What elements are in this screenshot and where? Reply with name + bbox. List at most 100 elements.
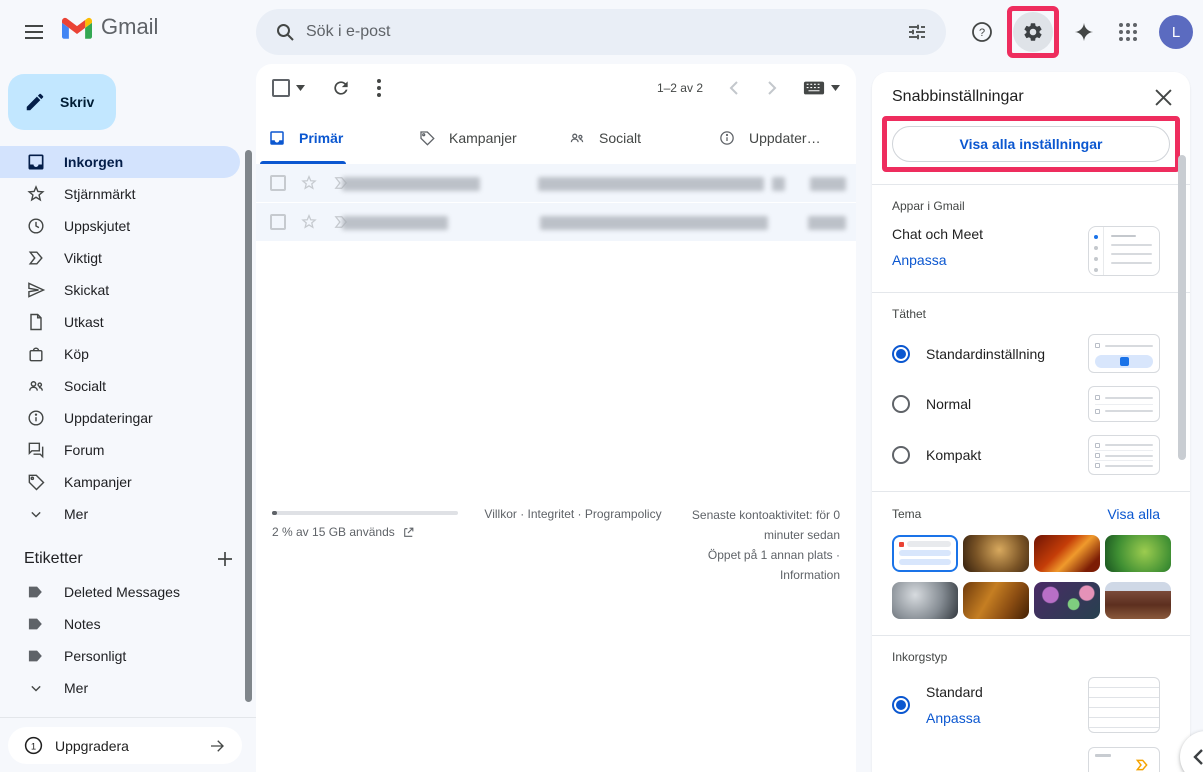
section-heading: Inkorgstyp xyxy=(892,650,1160,664)
select-all-checkbox[interactable] xyxy=(272,79,290,97)
tab-promotions[interactable]: Kampanjer xyxy=(406,112,556,164)
theme-thumbnail-spheres[interactable] xyxy=(892,582,958,619)
activity-details-link[interactable]: Information xyxy=(678,565,840,585)
density-compact-thumbnail[interactable] xyxy=(1088,435,1160,475)
inbox-icon xyxy=(268,129,286,147)
theme-thumbnail-canyon-river[interactable] xyxy=(1105,582,1171,619)
theme-thumbnail-chess[interactable] xyxy=(963,535,1029,572)
settings-scrollbar[interactable] xyxy=(1178,155,1186,460)
sidebar-item-sent[interactable]: Skickat xyxy=(0,274,240,306)
external-link-icon[interactable] xyxy=(402,526,415,539)
sidebar-labels-more[interactable]: Mer xyxy=(0,672,240,704)
email-row[interactable] xyxy=(256,164,856,203)
density-option-compact[interactable]: Kompakt xyxy=(892,435,1160,475)
redacted-sender xyxy=(342,216,448,230)
radio-selected[interactable] xyxy=(892,345,910,363)
density-option-normal[interactable]: Normal xyxy=(892,386,1160,422)
theme-thumbnail-default[interactable] xyxy=(892,535,958,572)
shopping-bag-icon xyxy=(26,344,46,364)
gemini-sparkle-icon[interactable] xyxy=(1063,11,1105,53)
older-page-icon[interactable] xyxy=(768,81,777,95)
sidebar-item-snoozed[interactable]: Uppskjutet xyxy=(0,210,240,242)
inbox-icon xyxy=(26,152,46,172)
density-option-default[interactable]: Standardinställning xyxy=(892,334,1160,373)
refresh-icon[interactable] xyxy=(331,78,351,98)
input-tools-keyboard-icon[interactable] xyxy=(803,80,825,96)
sidebar-item-starred[interactable]: Stjärnmärkt xyxy=(0,178,240,210)
customize-chat-link[interactable]: Anpassa xyxy=(892,252,1088,268)
keyboard-dropdown-caret-icon[interactable] xyxy=(831,85,840,91)
arrow-right-icon xyxy=(208,737,226,755)
people-icon xyxy=(568,129,586,147)
tab-primary[interactable]: Primär xyxy=(256,112,406,164)
help-icon[interactable]: ? xyxy=(961,11,1003,53)
tab-updates[interactable]: Uppdater… xyxy=(706,112,856,164)
search-input[interactable] xyxy=(306,23,896,41)
add-label-icon[interactable] xyxy=(216,550,234,568)
view-all-themes-link[interactable]: Visa alla xyxy=(1107,506,1160,522)
apps-grid-icon[interactable] xyxy=(1107,11,1149,53)
theme-thumbnail-bokeh[interactable] xyxy=(1034,582,1100,619)
compose-label: Skriv xyxy=(60,94,94,110)
sidebar-item-drafts[interactable]: Utkast xyxy=(0,306,240,338)
star-icon xyxy=(26,184,46,204)
select-dropdown-caret-icon[interactable] xyxy=(296,85,305,91)
upgrade-button[interactable]: 1 Uppgradera xyxy=(8,727,242,764)
sidebar-label-deleted-messages[interactable]: Deleted Messages xyxy=(0,576,240,608)
compose-button[interactable]: Skriv xyxy=(8,74,116,130)
inbox-standard-thumbnail[interactable] xyxy=(1088,677,1160,733)
sidebar-item-purchases[interactable]: Köp xyxy=(0,338,240,370)
legal-links[interactable]: Villkor · Integritet · Programpolicy xyxy=(468,507,678,585)
account-avatar[interactable]: L xyxy=(1159,15,1193,49)
sidebar-item-more[interactable]: Mer xyxy=(0,498,240,530)
list-toolbar: 1–2 av 2 xyxy=(256,64,856,112)
importance-marker-icon xyxy=(1134,757,1150,772)
sidebar-item-promotions[interactable]: Kampanjer xyxy=(0,466,240,498)
pencil-icon xyxy=(24,91,46,113)
density-section: Täthet Standardinställning Normal Kompak… xyxy=(872,293,1190,491)
radio-unselected[interactable] xyxy=(892,446,910,464)
tab-social[interactable]: Socialt xyxy=(556,112,706,164)
density-normal-thumbnail[interactable] xyxy=(1088,386,1160,422)
search-filters-icon[interactable] xyxy=(896,11,938,53)
chevron-down-icon xyxy=(26,504,46,524)
theme-thumbnail-leaf[interactable] xyxy=(1105,535,1171,572)
inbox-important-first-thumbnail[interactable] xyxy=(1088,747,1160,772)
list-footer: 2 % av 15 GB används Villkor · Integrite… xyxy=(272,505,840,585)
inbox-type-option-standard[interactable]: Standard Anpassa xyxy=(892,677,1160,733)
sidebar-scrollbar[interactable] xyxy=(245,150,252,702)
theme-thumbnail-canyon[interactable] xyxy=(1034,535,1100,572)
upgrade-label: Uppgradera xyxy=(55,738,196,754)
star-icon[interactable] xyxy=(300,213,318,231)
close-icon[interactable] xyxy=(1155,89,1172,106)
see-all-settings-button[interactable]: Visa alla inställningar xyxy=(892,126,1170,162)
newer-page-icon[interactable] xyxy=(729,81,738,95)
section-heading: Täthet xyxy=(892,307,1160,321)
email-row[interactable] xyxy=(256,203,856,242)
sidebar-label-notes[interactable]: Notes xyxy=(0,608,240,640)
star-icon[interactable] xyxy=(300,174,318,192)
density-default-thumbnail[interactable] xyxy=(1088,334,1160,373)
svg-text:?: ? xyxy=(979,27,985,39)
sidebar-item-important[interactable]: Viktigt xyxy=(0,242,240,274)
radio-selected[interactable] xyxy=(892,696,910,714)
hamburger-menu-icon[interactable] xyxy=(10,8,58,56)
settings-gear-icon[interactable] xyxy=(1013,12,1053,52)
sidebar-label-personal[interactable]: Personligt xyxy=(0,640,240,672)
settings-highlight-box xyxy=(1007,6,1059,58)
sidebar-item-forums[interactable]: Forum xyxy=(0,434,240,466)
search-icon[interactable] xyxy=(264,11,306,53)
more-options-icon[interactable] xyxy=(377,79,381,97)
sidebar-item-inbox[interactable]: Inkorgen xyxy=(0,146,240,178)
sidebar-item-social[interactable]: Socialt xyxy=(0,370,240,402)
sidebar-nav: Inkorgen Stjärnmärkt Uppskjutet Viktigt … xyxy=(0,146,256,530)
search-bar[interactable] xyxy=(256,9,946,55)
people-icon xyxy=(26,376,46,396)
radio-unselected[interactable] xyxy=(892,395,910,413)
theme-thumbnail-autumn-leaves[interactable] xyxy=(963,582,1029,619)
redacted-subject xyxy=(538,177,764,191)
row-checkbox[interactable] xyxy=(270,175,286,191)
row-checkbox[interactable] xyxy=(270,214,286,230)
customize-inbox-link[interactable]: Anpassa xyxy=(926,710,1088,726)
sidebar-item-updates[interactable]: Uppdateringar xyxy=(0,402,240,434)
